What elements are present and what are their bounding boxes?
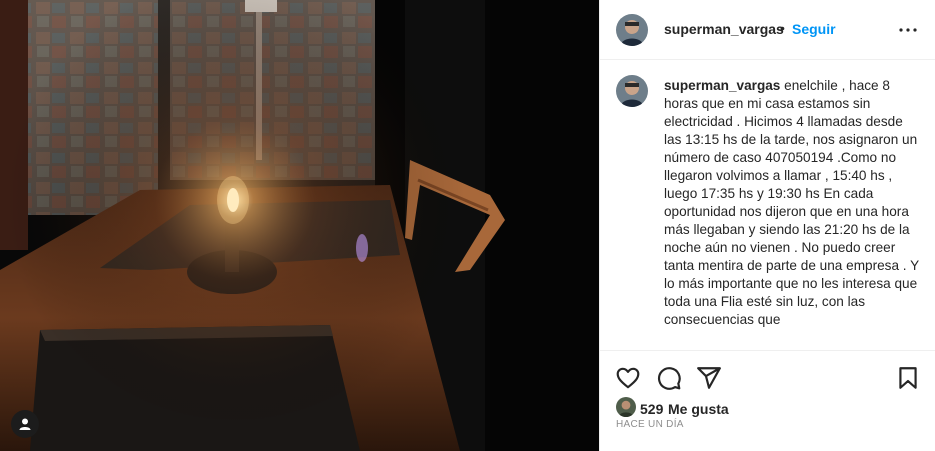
save-button[interactable] bbox=[895, 365, 921, 391]
instagram-post-modal: superman_vargas • Seguir superman_vargas… bbox=[0, 0, 935, 451]
profile-picture bbox=[616, 14, 648, 46]
profile-picture bbox=[616, 397, 636, 417]
post-timestamp[interactable]: HACE UN DÍA bbox=[616, 419, 684, 430]
post-side-panel: superman_vargas • Seguir superman_vargas… bbox=[599, 0, 935, 451]
caption-username[interactable]: superman_vargas bbox=[664, 78, 780, 93]
candle-table-photo bbox=[0, 0, 599, 451]
avatar[interactable] bbox=[616, 14, 648, 46]
follow-button[interactable]: Seguir bbox=[792, 21, 836, 37]
user-tag-button[interactable] bbox=[11, 410, 39, 438]
likes-label[interactable]: Me gusta bbox=[668, 401, 729, 417]
like-button[interactable] bbox=[615, 365, 641, 391]
likes-row[interactable]: 529 Me gusta bbox=[600, 395, 935, 419]
post-photo[interactable] bbox=[0, 0, 599, 451]
share-button[interactable] bbox=[696, 365, 722, 391]
liker-avatar[interactable] bbox=[616, 397, 636, 417]
more-options-icon bbox=[899, 28, 917, 32]
profile-picture bbox=[616, 75, 648, 107]
heart-icon bbox=[616, 367, 640, 389]
header-username[interactable]: superman_vargas bbox=[664, 21, 784, 37]
paper-plane-icon bbox=[697, 367, 721, 389]
user-tag-icon bbox=[19, 418, 31, 430]
post-caption: superman_vargas enelchile , hace 8 horas… bbox=[664, 77, 920, 329]
caption-text: enelchile , hace 8 horas que en mi casa … bbox=[664, 78, 919, 327]
likes-count[interactable]: 529 bbox=[640, 401, 663, 417]
more-options-button[interactable] bbox=[896, 18, 920, 42]
comment-icon bbox=[658, 367, 681, 390]
comments-section[interactable]: superman_vargas enelchile , hace 8 horas… bbox=[600, 61, 935, 349]
separator-dot: • bbox=[780, 20, 785, 36]
post-header: superman_vargas • Seguir bbox=[600, 0, 935, 60]
caption-avatar[interactable] bbox=[616, 75, 648, 107]
bookmark-icon bbox=[899, 367, 917, 389]
comment-button[interactable] bbox=[656, 365, 682, 391]
